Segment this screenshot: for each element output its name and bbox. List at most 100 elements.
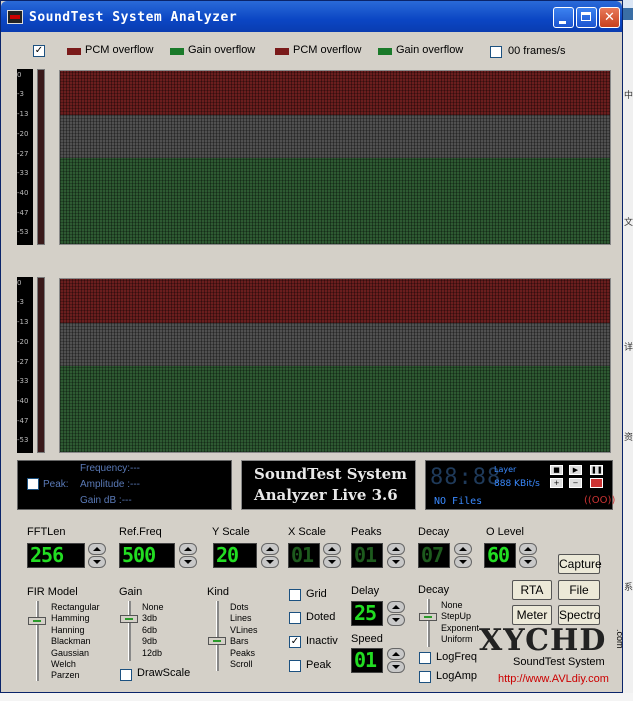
yscale-stepper[interactable] (261, 543, 279, 568)
stepper-down[interactable] (261, 556, 279, 568)
slider-thumb[interactable] (120, 615, 138, 623)
decay-mode-label: Decay (418, 584, 450, 596)
minimize-button[interactable] (553, 7, 574, 28)
kind-option[interactable]: Lines (230, 613, 258, 624)
stepper-up[interactable] (454, 543, 472, 555)
pcm-overflow-band (60, 71, 610, 115)
stepper-down[interactable] (387, 661, 405, 673)
gain-readout: Gain dB :--- (80, 495, 132, 506)
rta-button[interactable]: RTA (512, 580, 552, 600)
spectro-button[interactable]: Spectro (558, 605, 600, 625)
volume-down-button[interactable]: − (569, 478, 582, 488)
xscale-label: X Scale (288, 526, 326, 538)
scale-tick: -27 (17, 358, 29, 366)
logamp-checkbox[interactable] (419, 671, 431, 683)
peak-checkbox[interactable] (27, 478, 39, 490)
kind-option[interactable]: Scroll (230, 659, 258, 670)
fir-option[interactable]: Hamming (51, 613, 100, 624)
stepper-up[interactable] (179, 543, 197, 555)
decay-option[interactable]: Exponent (441, 623, 479, 634)
display-enable-checkbox[interactable]: ✓ (33, 45, 45, 57)
capture-button[interactable]: Capture (558, 554, 602, 574)
olevel-stepper[interactable] (519, 543, 537, 568)
frames-checkbox[interactable] (490, 46, 502, 58)
delay-stepper[interactable] (387, 601, 405, 626)
fir-option[interactable]: Gaussian (51, 648, 100, 659)
layer-label: Layer (494, 465, 517, 474)
stepper-up[interactable] (387, 543, 405, 555)
stepper-up[interactable] (387, 601, 405, 613)
stepper-up[interactable] (261, 543, 279, 555)
play-button[interactable]: ▶ (569, 465, 582, 475)
peaks-stepper[interactable] (387, 543, 405, 568)
scale-tick: -20 (17, 338, 29, 346)
kind-option[interactable]: Peaks (230, 648, 258, 659)
kind-option[interactable]: VLines (230, 625, 258, 636)
logfreq-label: LogFreq (436, 651, 477, 663)
fir-option[interactable]: Parzen (51, 670, 100, 681)
gain-option[interactable]: 3db (142, 613, 164, 624)
meter-button[interactable]: Meter (512, 605, 552, 625)
decay-option[interactable]: StepUp (441, 611, 479, 622)
app-icon[interactable] (7, 10, 23, 24)
stepper-up[interactable] (323, 543, 341, 555)
kind-label: Kind (207, 586, 230, 598)
stepper-down[interactable] (323, 556, 341, 568)
stepper-down[interactable] (387, 556, 405, 568)
stop-button[interactable]: ■ (550, 465, 563, 475)
volume-up-button[interactable]: + (550, 478, 563, 488)
record-button[interactable] (590, 478, 603, 488)
inactiv-checkbox[interactable]: ✓ (289, 636, 301, 648)
maximize-button[interactable] (576, 7, 597, 28)
close-button[interactable]: ✕ (599, 7, 620, 28)
fir-model-slider[interactable] (27, 601, 47, 681)
doted-checkbox[interactable] (289, 612, 301, 624)
stepper-down[interactable] (454, 556, 472, 568)
drawscale-checkbox[interactable] (120, 669, 132, 681)
grid-checkbox[interactable] (289, 589, 301, 601)
gain-band (60, 366, 610, 452)
kind-option[interactable]: Dots (230, 602, 258, 613)
stepper-down[interactable] (519, 556, 537, 568)
stepper-up[interactable] (88, 543, 106, 555)
kind-slider[interactable] (207, 601, 227, 671)
speed-stepper[interactable] (387, 648, 405, 673)
file-button[interactable]: File (558, 580, 600, 600)
decay-mode-slider[interactable] (418, 599, 438, 647)
stepper-down[interactable] (179, 556, 197, 568)
slider-thumb[interactable] (419, 613, 437, 621)
gain-option[interactable]: None (142, 602, 164, 613)
pause-button[interactable]: ❚❚ (590, 465, 603, 475)
decay-option[interactable]: Uniform (441, 634, 479, 645)
xscale-stepper[interactable] (323, 543, 341, 568)
yscale-label: Y Scale (212, 526, 250, 538)
gain-option[interactable]: 12db (142, 648, 164, 659)
stepper-up[interactable] (519, 543, 537, 555)
decay-stepper[interactable] (454, 543, 472, 568)
stepper-down[interactable] (387, 614, 405, 626)
fir-option[interactable]: Blackman (51, 636, 100, 647)
kind-option[interactable]: Bars (230, 636, 258, 647)
gain-slider[interactable] (119, 601, 139, 661)
logfreq-checkbox[interactable] (419, 652, 431, 664)
edge-text: 系 (624, 583, 633, 593)
decay-option[interactable]: None (441, 600, 479, 611)
fir-option[interactable]: Welch (51, 659, 100, 670)
spectrum-display-bottom[interactable] (59, 278, 611, 453)
scale-tick: -40 (17, 189, 29, 197)
stepper-down[interactable] (88, 556, 106, 568)
spectrum-display-top[interactable] (59, 70, 611, 245)
slider-thumb[interactable] (28, 617, 46, 625)
slider-thumb[interactable] (208, 637, 226, 645)
title-bar[interactable]: SoundTest System Analyzer ✕ (1, 1, 622, 32)
scale-tick: -27 (17, 150, 29, 158)
fftlen-stepper[interactable] (88, 543, 106, 568)
peak-checkbox[interactable] (289, 660, 301, 672)
fir-option[interactable]: Rectangular (51, 602, 100, 613)
gain-option[interactable]: 6db (142, 625, 164, 636)
scale-tick: -3 (17, 90, 24, 98)
reffreq-stepper[interactable] (179, 543, 197, 568)
gain-option[interactable]: 9db (142, 636, 164, 647)
stepper-up[interactable] (387, 648, 405, 660)
fir-option[interactable]: Hanning (51, 625, 100, 636)
